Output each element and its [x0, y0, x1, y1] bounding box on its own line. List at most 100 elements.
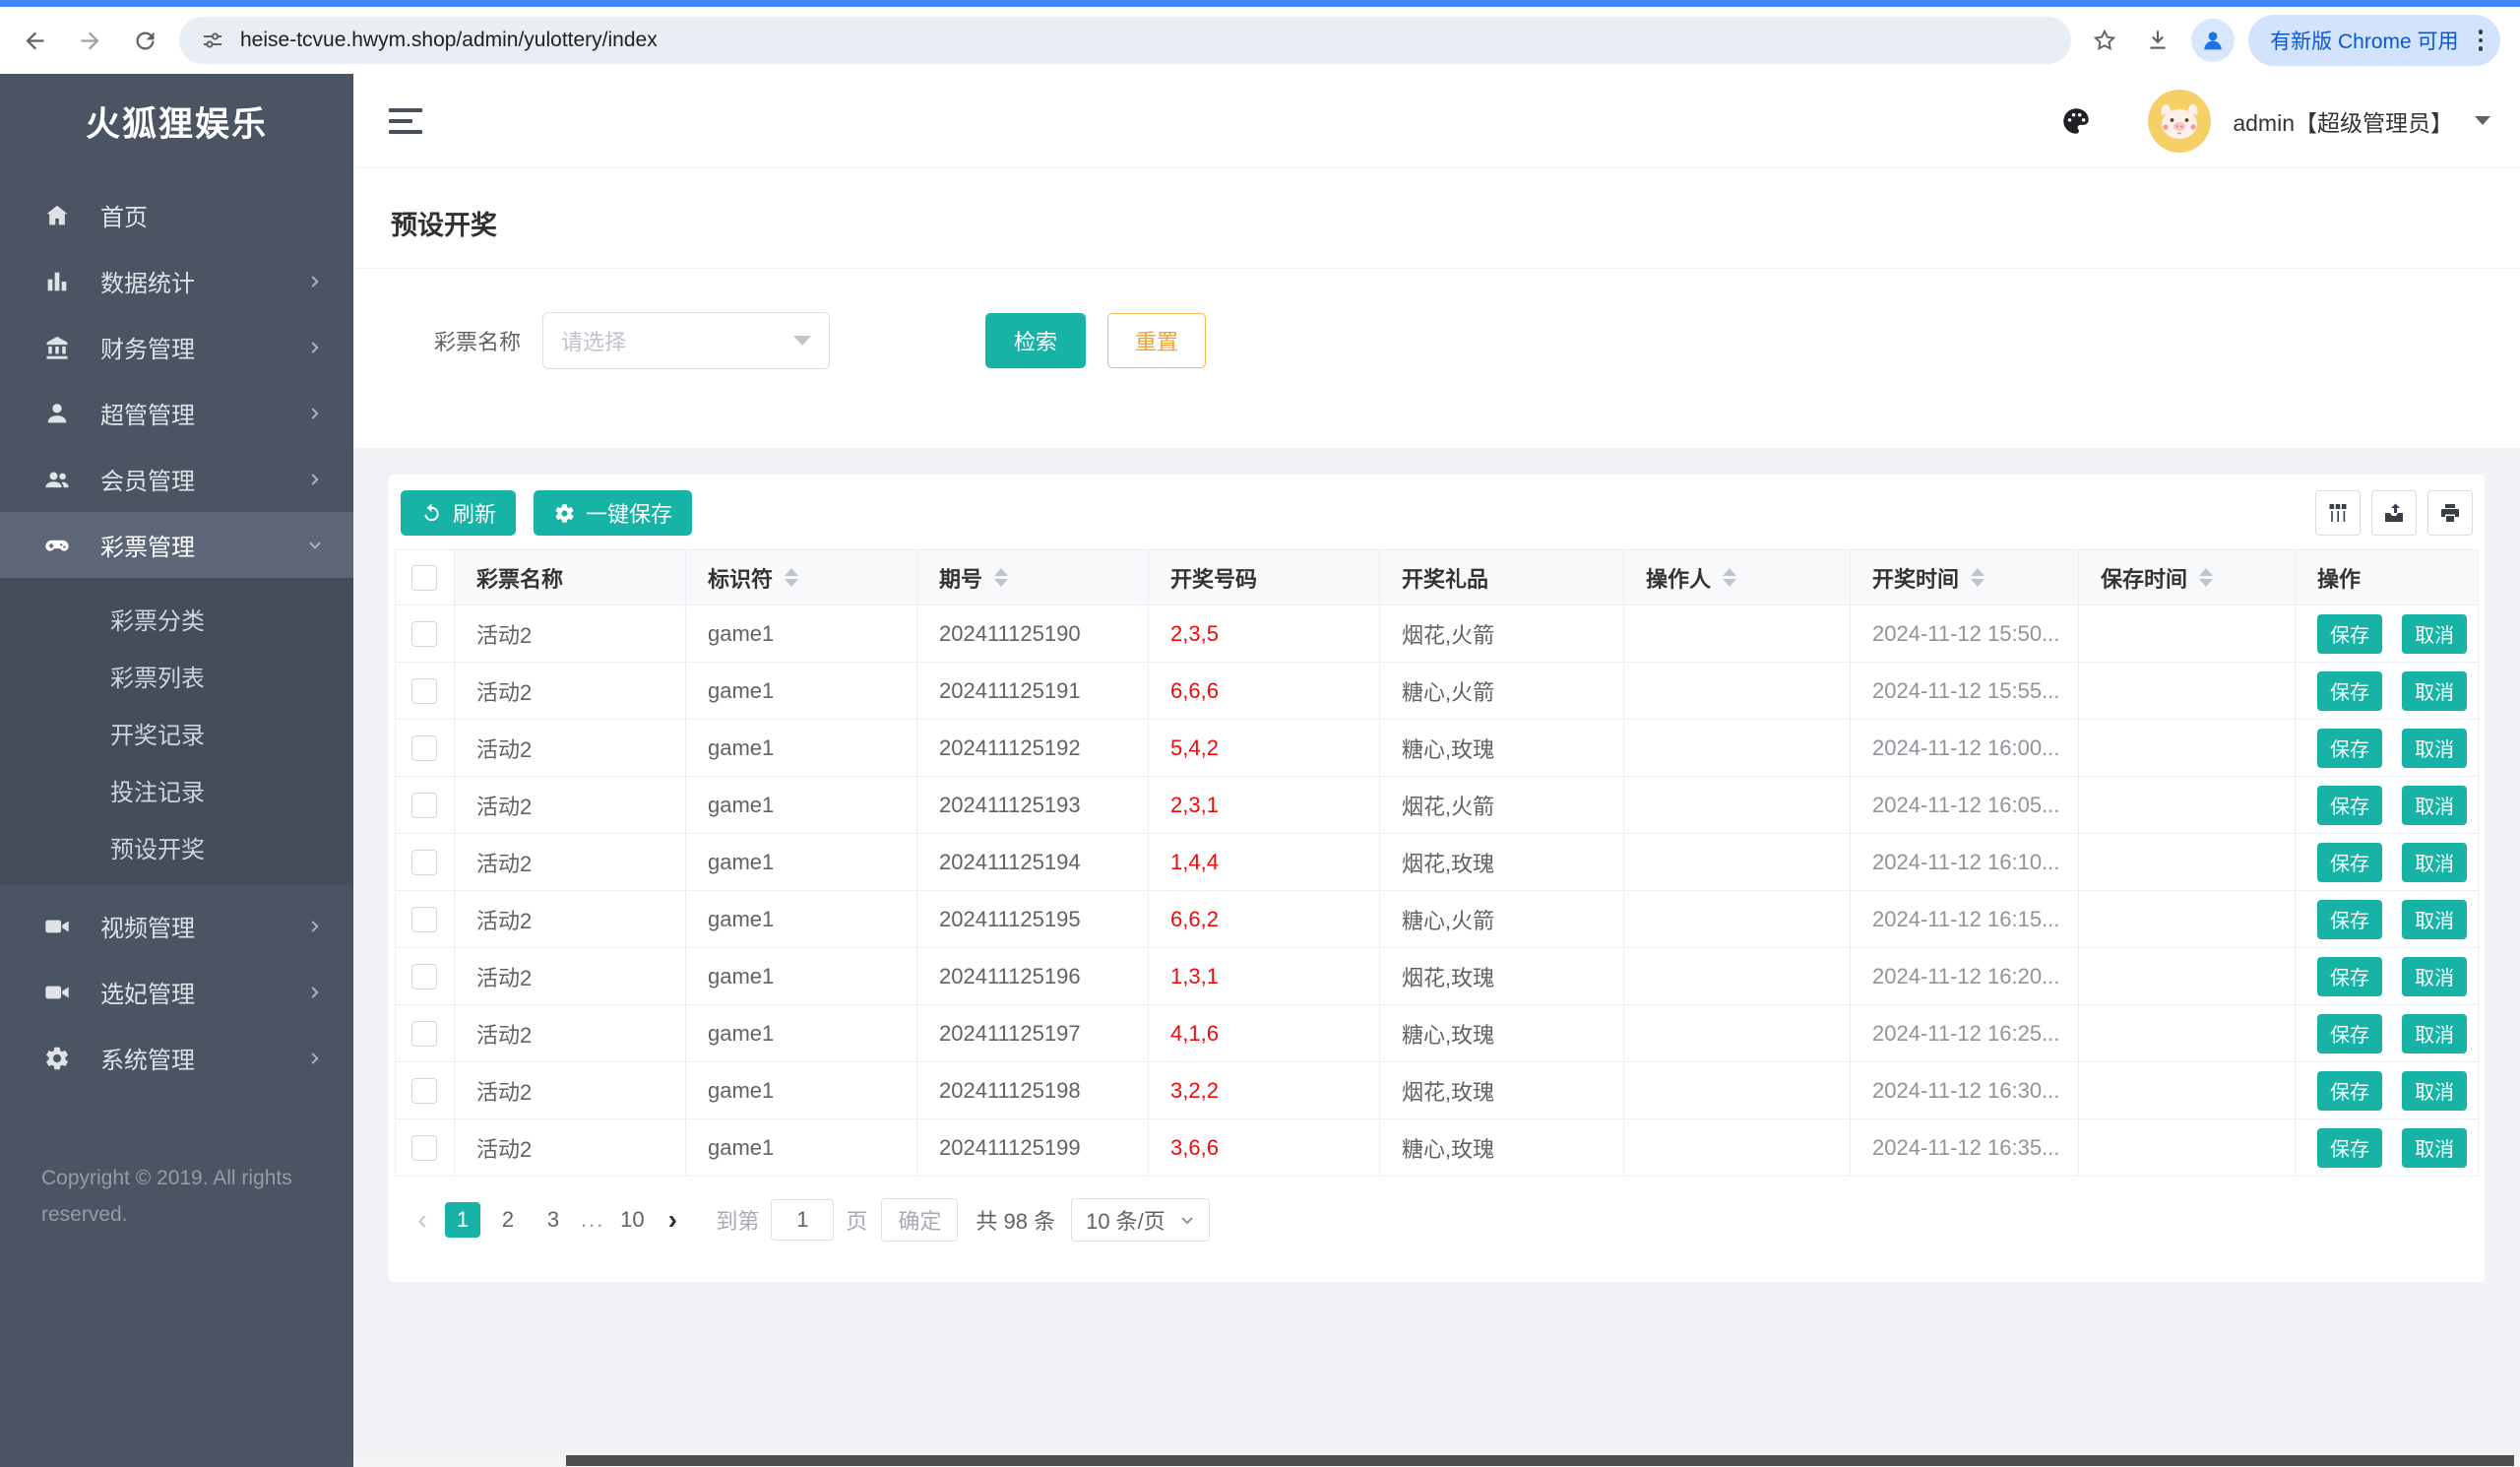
row-checkbox[interactable]	[411, 1021, 437, 1048]
th-draw-time[interactable]: 开奖时间	[1850, 549, 2079, 606]
sidebar-item-finance[interactable]: 财务管理	[0, 314, 353, 380]
page-button-2[interactable]: 2	[490, 1202, 526, 1238]
theme-palette-icon[interactable]	[2059, 104, 2093, 138]
th-issue[interactable]: 期号	[916, 549, 1149, 606]
row-cancel-button[interactable]: 取消	[2402, 899, 2468, 939]
row-checkbox[interactable]	[411, 907, 437, 933]
lottery-name-select[interactable]: 请选择	[542, 312, 831, 369]
sidebar-item-video[interactable]: 视频管理	[0, 893, 353, 959]
sidebar-subitem-lottery-category[interactable]: 彩票分类	[0, 590, 353, 647]
cell-draw-numbers: 5,4,2	[1148, 719, 1380, 777]
sidebar-item-xuanfei[interactable]: 选妃管理	[0, 959, 353, 1025]
row-save-button[interactable]: 保存	[2317, 1127, 2382, 1168]
prev-page-icon[interactable]: ‹	[405, 1204, 440, 1236]
th-operator[interactable]: 操作人	[1623, 549, 1851, 606]
forward-icon[interactable]	[69, 20, 110, 61]
reset-button[interactable]: 重置	[1107, 313, 1207, 368]
row-checkbox[interactable]	[411, 793, 437, 819]
sort-icon[interactable]	[785, 568, 799, 587]
sidebar-item-label: 会员管理	[100, 469, 195, 495]
gear-icon	[43, 1045, 71, 1072]
row-save-button[interactable]: 保存	[2317, 1013, 2382, 1053]
browser-profile-icon[interactable]	[2191, 19, 2236, 62]
row-save-button[interactable]: 保存	[2317, 613, 2382, 654]
sidebar-item-home[interactable]: 首页	[0, 182, 353, 248]
goto-confirm-button[interactable]: 确定	[881, 1198, 959, 1242]
th-numbers: 开奖号码	[1148, 549, 1380, 606]
page-button-1[interactable]: 1	[445, 1202, 480, 1238]
url-bar[interactable]: heise-tcvue.hwym.shop/admin/yulottery/in…	[179, 17, 2072, 64]
row-checkbox[interactable]	[411, 678, 437, 705]
chrome-update-badge[interactable]: 有新版 Chrome 可用	[2248, 15, 2500, 66]
browser-menu-dots-icon[interactable]	[2475, 26, 2488, 55]
th-code[interactable]: 标识符	[685, 549, 917, 606]
sidebar-item-statistics[interactable]: 数据统计	[0, 248, 353, 314]
row-cancel-button[interactable]: 取消	[2402, 956, 2468, 996]
users-icon	[43, 466, 71, 493]
sidebar-item-superadmin[interactable]: 超管管理	[0, 380, 353, 446]
row-cancel-button[interactable]: 取消	[2402, 1127, 2468, 1168]
current-user-label[interactable]: admin【超级管理员】	[2233, 104, 2453, 138]
page-button-3[interactable]: 3	[536, 1202, 571, 1238]
sidebar-item-lottery[interactable]: 彩票管理	[0, 512, 353, 578]
export-button[interactable]	[2371, 490, 2417, 536]
url-text[interactable]: heise-tcvue.hwym.shop/admin/yulottery/in…	[240, 29, 658, 52]
row-save-button[interactable]: 保存	[2317, 842, 2382, 882]
refresh-button[interactable]: 刷新	[401, 490, 517, 536]
next-page-icon[interactable]: ›	[655, 1204, 690, 1236]
sidebar-subitem-lottery-list[interactable]: 彩票列表	[0, 647, 353, 704]
page-button-10[interactable]: 10	[614, 1202, 650, 1238]
hamburger-menu-icon[interactable]	[389, 107, 424, 134]
column-filter-button[interactable]	[2315, 490, 2361, 536]
sort-icon[interactable]	[2199, 568, 2214, 587]
row-save-button[interactable]: 保存	[2317, 956, 2382, 996]
row-save-button[interactable]: 保存	[2317, 785, 2382, 825]
site-settings-icon[interactable]	[201, 29, 224, 52]
cell-issue: 202411125196	[916, 947, 1149, 1005]
sort-icon[interactable]	[1723, 568, 1737, 587]
row-save-button[interactable]: 保存	[2317, 899, 2382, 939]
cell-issue: 202411125199	[916, 1118, 1149, 1177]
row-save-button[interactable]: 保存	[2317, 728, 2382, 768]
row-cancel-button[interactable]: 取消	[2402, 842, 2468, 882]
save-all-button[interactable]: 一键保存	[534, 490, 693, 536]
sidebar-subitem-draw-records[interactable]: 开奖记录	[0, 704, 353, 761]
goto-page-input[interactable]	[771, 1199, 835, 1241]
row-checkbox[interactable]	[411, 621, 437, 648]
row-checkbox[interactable]	[411, 735, 437, 762]
row-checkbox[interactable]	[411, 1135, 437, 1162]
select-all-checkbox[interactable]	[411, 565, 437, 592]
download-icon[interactable]	[2138, 21, 2177, 60]
sidebar-subitem-preset-draw[interactable]: 预设开奖	[0, 818, 353, 875]
row-cancel-button[interactable]: 取消	[2402, 613, 2468, 654]
page-ellipsis[interactable]: ...	[581, 1207, 604, 1233]
row-cancel-button[interactable]: 取消	[2402, 1013, 2468, 1053]
horizontal-scrollbar-thumb[interactable]	[566, 1455, 2514, 1466]
search-button[interactable]: 检索	[985, 313, 1087, 368]
back-icon[interactable]	[14, 20, 55, 61]
chevron-right-icon	[306, 1050, 324, 1067]
sidebar-subitem-bet-records[interactable]: 投注记录	[0, 761, 353, 818]
table-row: 活动2 game1 202411125196 1,3,1 烟花,玫瑰 2024-…	[395, 947, 2479, 1005]
reload-icon[interactable]	[124, 20, 165, 61]
row-save-button[interactable]: 保存	[2317, 670, 2382, 711]
row-checkbox[interactable]	[411, 1078, 437, 1105]
horizontal-scrollbar-track[interactable]	[353, 1454, 2520, 1467]
row-cancel-button[interactable]: 取消	[2402, 670, 2468, 711]
user-avatar[interactable]	[2148, 89, 2212, 153]
sidebar-item-system[interactable]: 系统管理	[0, 1025, 353, 1091]
row-save-button[interactable]: 保存	[2317, 1070, 2382, 1111]
print-button[interactable]	[2427, 490, 2473, 536]
row-checkbox[interactable]	[411, 964, 437, 990]
sort-icon[interactable]	[994, 568, 1009, 587]
page-size-select[interactable]: 10 条/页	[1071, 1198, 1210, 1242]
row-cancel-button[interactable]: 取消	[2402, 785, 2468, 825]
row-cancel-button[interactable]: 取消	[2402, 728, 2468, 768]
th-save-time[interactable]: 保存时间	[2078, 549, 2296, 606]
row-cancel-button[interactable]: 取消	[2402, 1070, 2468, 1111]
row-checkbox[interactable]	[411, 850, 437, 876]
user-menu-caret-icon[interactable]	[2475, 116, 2490, 125]
sidebar-item-members[interactable]: 会员管理	[0, 446, 353, 512]
sort-icon[interactable]	[1971, 568, 1985, 587]
bookmark-star-icon[interactable]	[2085, 21, 2124, 60]
